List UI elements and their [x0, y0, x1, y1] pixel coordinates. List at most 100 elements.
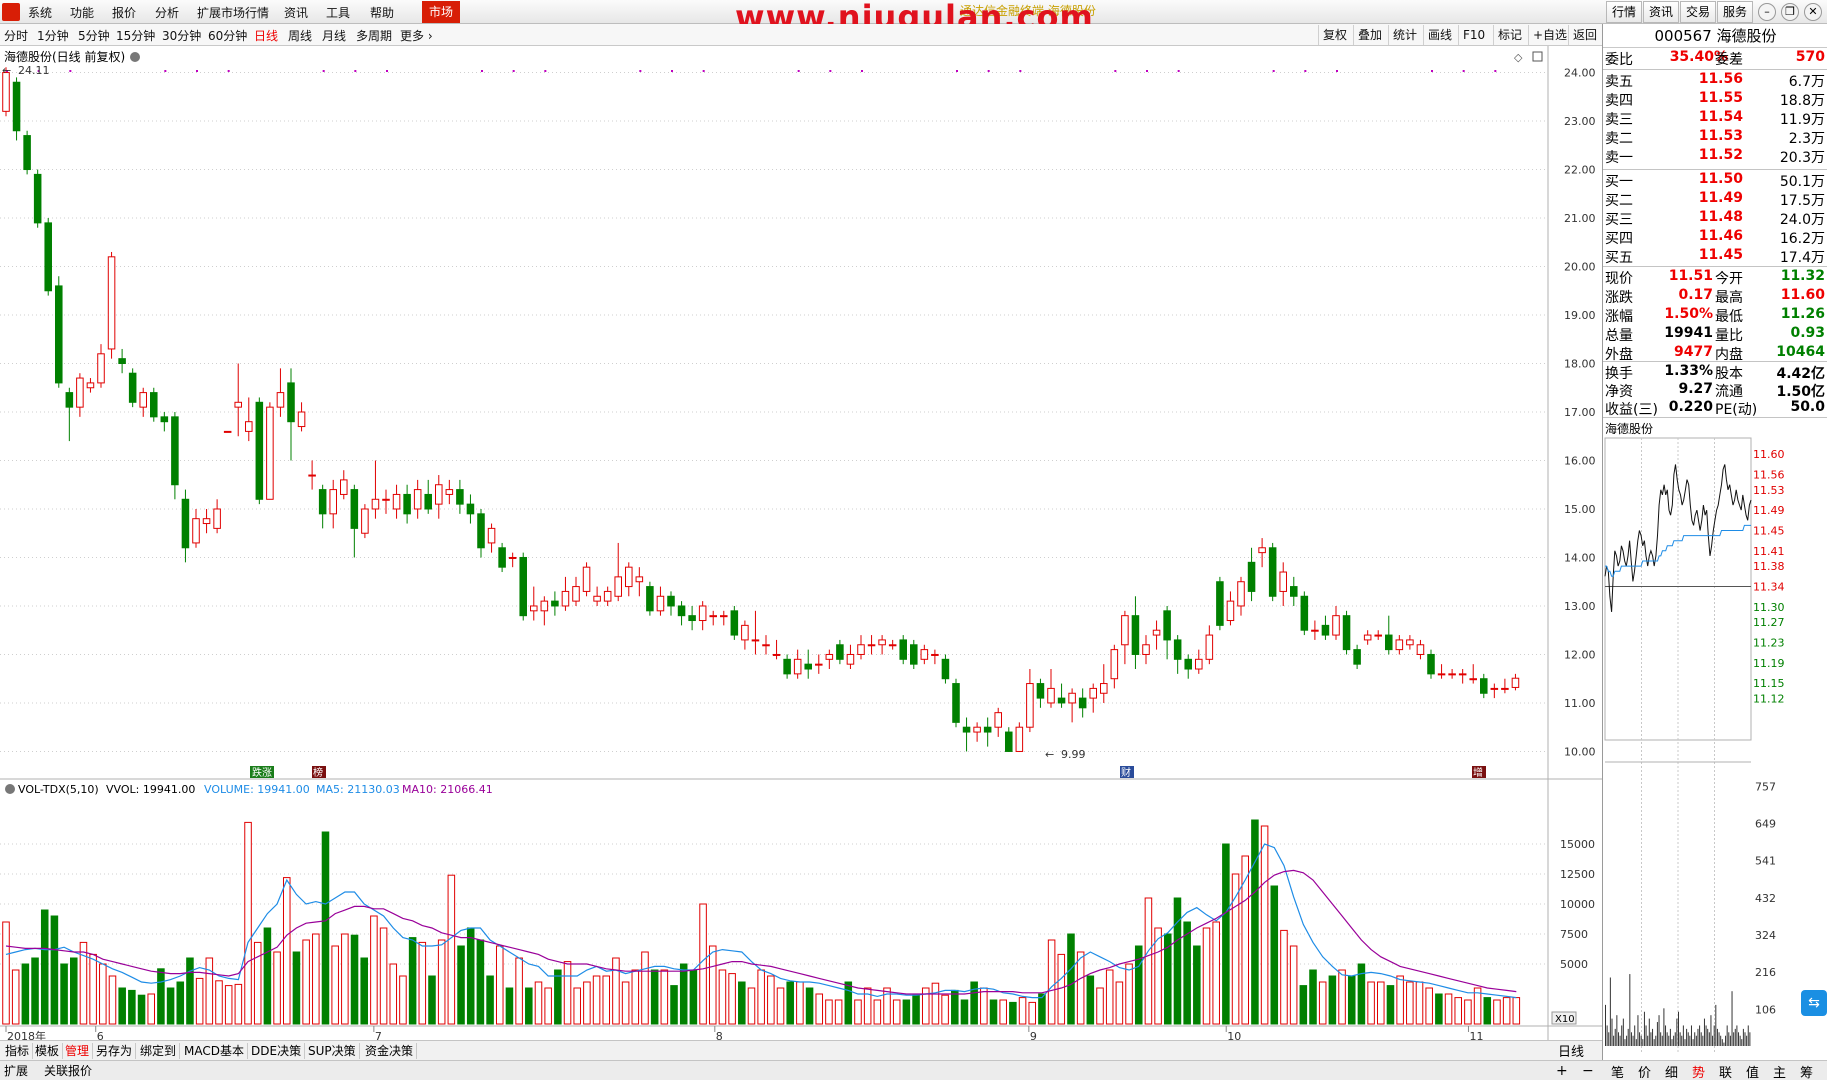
- menu-info[interactable]: 资讯: [284, 4, 308, 20]
- candle-body[interactable]: [836, 644, 844, 660]
- panel-tab[interactable]: 联: [1719, 1062, 1732, 1081]
- candle-body[interactable]: [878, 639, 886, 646]
- menu-system[interactable]: 系统: [28, 4, 52, 20]
- candle-body[interactable]: [994, 712, 1002, 728]
- period-60min[interactable]: 60分钟: [208, 27, 247, 44]
- candle-body[interactable]: [1258, 547, 1266, 554]
- candle-body[interactable]: [720, 615, 728, 618]
- period-more[interactable]: 更多 ›: [400, 27, 433, 44]
- candle-body[interactable]: [551, 600, 559, 607]
- candle-body[interactable]: [646, 586, 654, 612]
- orderbook-row[interactable]: 卖四 11.55 18.8万: [1603, 90, 1827, 109]
- candle-body[interactable]: [424, 493, 432, 510]
- candle-body[interactable]: [973, 726, 981, 733]
- period-weekly[interactable]: 周线: [288, 27, 312, 44]
- period-daily[interactable]: 日线: [254, 27, 278, 44]
- candle-body[interactable]: [297, 411, 306, 428]
- candle-body[interactable]: [456, 489, 464, 505]
- candle-body[interactable]: [435, 484, 443, 505]
- candle-body[interactable]: [234, 401, 242, 408]
- tool-stats[interactable]: 统计: [1388, 25, 1421, 45]
- stock-header[interactable]: 000567 海德股份: [1603, 24, 1827, 48]
- tab-capital[interactable]: 资金决策: [362, 1043, 418, 1059]
- vol-indicator-dropdown-icon[interactable]: [5, 784, 15, 794]
- menu-analysis[interactable]: 分析: [155, 4, 179, 20]
- period-timeshare[interactable]: 分时: [4, 27, 28, 44]
- event-tag-finance[interactable]: 财: [1121, 766, 1131, 779]
- period-multi[interactable]: 多周期: [356, 27, 392, 44]
- orderbook-row[interactable]: 买二 11.49 17.5万: [1603, 190, 1827, 209]
- candle-body[interactable]: [329, 489, 337, 515]
- panel-tab[interactable]: 筹: [1800, 1062, 1813, 1081]
- kline-svg[interactable]: 24.00 23.00 22.00 21.00 20.00 19.00 18.00 17.00…: [0, 46, 1681, 1049]
- candle-body[interactable]: [1047, 687, 1055, 704]
- candle-body[interactable]: [1184, 658, 1192, 670]
- tool-f10[interactable]: F10: [1458, 25, 1489, 45]
- candle-body[interactable]: [266, 406, 274, 500]
- period-30min[interactable]: 30分钟: [162, 27, 201, 44]
- menu-ext-market[interactable]: 扩展市场行情: [197, 4, 269, 20]
- candle-body[interactable]: [508, 556, 517, 559]
- candle-body[interactable]: [97, 353, 105, 384]
- candle-body[interactable]: [1427, 653, 1435, 675]
- candle-body[interactable]: [1501, 687, 1509, 690]
- candle-body[interactable]: [519, 556, 527, 617]
- candle-body[interactable]: [1247, 561, 1256, 592]
- menu-tools[interactable]: 工具: [326, 4, 350, 20]
- panel-tab[interactable]: 势: [1692, 1062, 1705, 1081]
- candle-body[interactable]: [899, 639, 907, 660]
- candle-body[interactable]: [181, 498, 190, 549]
- candle-body[interactable]: [1152, 629, 1161, 636]
- period-15min[interactable]: 15分钟: [116, 27, 155, 44]
- candle-body[interactable]: [846, 653, 855, 665]
- candle-body[interactable]: [86, 382, 95, 389]
- panel-tab[interactable]: 细: [1665, 1062, 1678, 1081]
- orderbook-row[interactable]: 买一 11.50 50.1万: [1603, 171, 1827, 190]
- candle-body[interactable]: [223, 430, 232, 433]
- candle-body[interactable]: [139, 392, 147, 408]
- candle-body[interactable]: [1163, 610, 1171, 641]
- tab-indicator[interactable]: 指标: [2, 1043, 34, 1059]
- candle-body[interactable]: [582, 566, 591, 592]
- candle-body[interactable]: [1416, 644, 1425, 655]
- candle-body[interactable]: [2, 72, 10, 112]
- candle-body[interactable]: [487, 527, 496, 544]
- orderbook-row[interactable]: 买三 11.48 24.0万: [1603, 209, 1827, 228]
- candle-body[interactable]: [867, 644, 876, 647]
- candle-body[interactable]: [1195, 658, 1203, 670]
- candle-body[interactable]: [1268, 547, 1277, 597]
- candle-body[interactable]: [171, 416, 179, 486]
- candle-body[interactable]: [741, 624, 749, 641]
- candle-body[interactable]: [1131, 615, 1140, 655]
- event-tag-rank[interactable]: 榜: [313, 766, 323, 779]
- top-btn-service[interactable]: 服务: [1717, 1, 1753, 23]
- candle-body[interactable]: [1205, 634, 1214, 660]
- candle-body[interactable]: [709, 615, 717, 618]
- candle-body[interactable]: [1142, 644, 1150, 655]
- candle-body[interactable]: [1321, 624, 1330, 636]
- candle-body[interactable]: [350, 489, 359, 529]
- tool-mark[interactable]: 标记: [1493, 25, 1526, 45]
- top-btn-trade[interactable]: 交易: [1680, 1, 1716, 23]
- candle-body[interactable]: [160, 416, 169, 423]
- orderbook-row[interactable]: 卖五 11.56 6.7万: [1603, 71, 1827, 90]
- panel-tab[interactable]: 主: [1773, 1062, 1786, 1081]
- candle-body[interactable]: [983, 726, 992, 733]
- zoom-out-icon[interactable]: −: [1582, 1063, 1594, 1079]
- candle-body[interactable]: [920, 649, 929, 660]
- candle-body[interactable]: [1216, 581, 1224, 626]
- candle-body[interactable]: [340, 479, 348, 495]
- candle-body[interactable]: [815, 663, 823, 666]
- top-btn-market[interactable]: 行情: [1606, 1, 1642, 23]
- candle-body[interactable]: [793, 658, 802, 675]
- candle-body[interactable]: [572, 586, 580, 602]
- candle-body[interactable]: [371, 498, 380, 510]
- status-linked-quote[interactable]: 关联报价: [44, 1063, 92, 1079]
- event-tag-rise[interactable]: 跌涨: [252, 766, 272, 779]
- candle-body[interactable]: [910, 644, 918, 665]
- candle-body[interactable]: [1226, 600, 1235, 622]
- candle-body[interactable]: [76, 377, 84, 408]
- candle-body[interactable]: [255, 401, 264, 500]
- orderbook-row[interactable]: 卖三 11.54 11.9万: [1603, 109, 1827, 128]
- candle-body[interactable]: [1437, 673, 1446, 676]
